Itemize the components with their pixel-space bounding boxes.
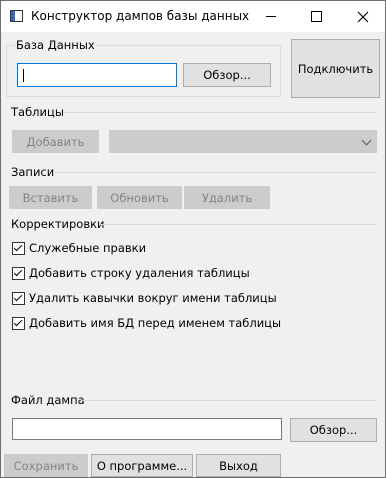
database-label: База Данных: [15, 38, 96, 52]
checkbox-checked-icon[interactable]: [12, 316, 25, 330]
insert-record-button[interactable]: Вставить: [9, 186, 92, 209]
update-record-button[interactable]: Обновить: [97, 186, 182, 209]
dump-file-divider: [81, 400, 377, 401]
option-remove-quotes[interactable]: Удалить кавычки вокруг имени таблицы: [12, 291, 277, 305]
dump-file-path-input[interactable]: [12, 418, 282, 440]
save-button[interactable]: Сохранить: [4, 454, 88, 477]
close-button[interactable]: [340, 1, 385, 32]
maximize-button[interactable]: [294, 1, 339, 32]
records-divider: [55, 172, 377, 173]
exit-button[interactable]: Выход: [196, 454, 281, 477]
dump-file-label: Файл дампа: [11, 393, 85, 407]
main-window: Конструктор дампов базы данных База Данн…: [0, 0, 386, 478]
delete-record-button[interactable]: Удалить: [184, 186, 270, 209]
corrections-label: Корректировки: [11, 217, 105, 231]
maximize-icon: [311, 11, 322, 22]
about-button[interactable]: О программе...: [91, 454, 193, 477]
checkbox-checked-icon[interactable]: [12, 241, 25, 255]
option-label: Служебные правки: [29, 241, 147, 255]
minimize-button[interactable]: [248, 1, 293, 32]
checkbox-checked-icon[interactable]: [12, 291, 25, 305]
option-add-drop-table[interactable]: Добавить строку удаления таблицы: [12, 266, 250, 280]
add-table-button[interactable]: Добавить: [12, 130, 99, 153]
option-service-edits[interactable]: Служебные правки: [12, 241, 146, 255]
window-title: Конструктор дампов базы данных: [31, 9, 250, 23]
minimize-icon: [265, 16, 276, 17]
option-label: Добавить строку удаления таблицы: [29, 266, 250, 280]
database-browse-button[interactable]: Обзор...: [183, 63, 271, 87]
corrections-divider: [99, 224, 377, 225]
option-label: Удалить кавычки вокруг имени таблицы: [29, 291, 277, 305]
option-label: Добавить имя БД перед именем таблицы: [29, 316, 282, 330]
title-bar[interactable]: Конструктор дампов базы данных: [1, 1, 385, 32]
tables-divider: [63, 112, 377, 113]
database-path-input[interactable]: [17, 63, 177, 87]
table-select[interactable]: [109, 130, 377, 153]
app-icon: [10, 10, 23, 22]
option-add-db-name[interactable]: Добавить имя БД перед именем таблицы: [12, 316, 281, 330]
chevron-down-icon: [361, 135, 372, 146]
checkbox-checked-icon[interactable]: [12, 266, 25, 280]
close-icon: [357, 11, 368, 22]
text-caret: [23, 69, 24, 82]
records-label: Записи: [11, 165, 55, 179]
connect-button[interactable]: Подключить: [291, 39, 380, 98]
dump-file-browse-button[interactable]: Обзор...: [290, 418, 377, 442]
tables-label: Таблицы: [11, 105, 64, 119]
